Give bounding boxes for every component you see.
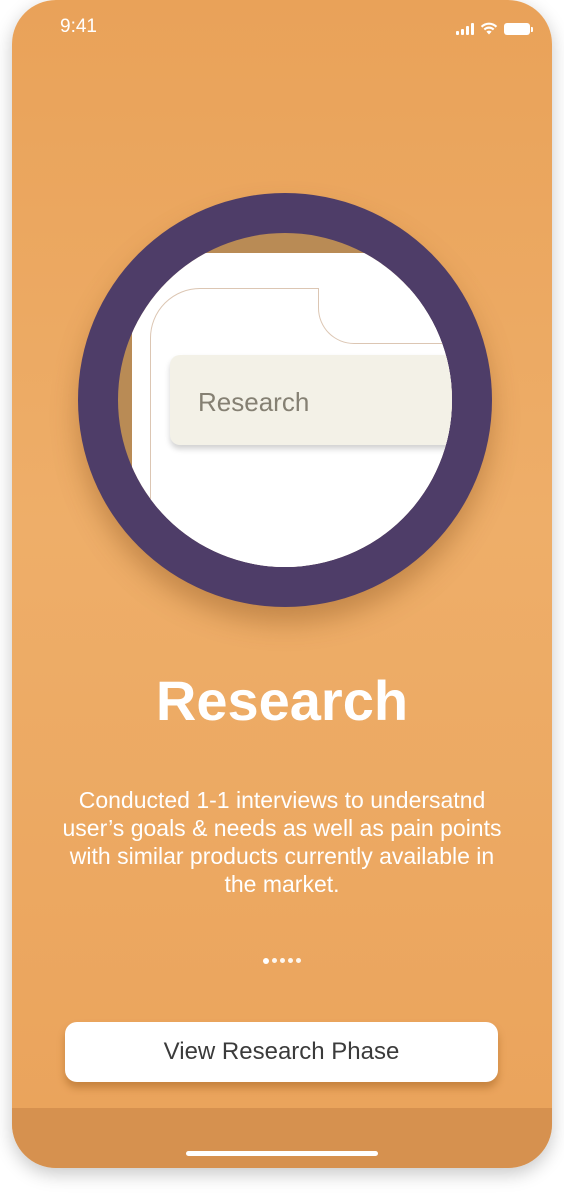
zoomed-card-notch [318,288,452,344]
phone-screen: 9:41 Research Research Conducted 1-1 int… [12,0,552,1168]
status-time: 9:41 [60,16,97,37]
zoomed-chip-label: Research [198,387,310,417]
magnifier-lens: Research [118,233,452,567]
page-dot[interactable] [272,958,277,963]
view-research-phase-button[interactable]: View Research Phase [65,1022,498,1082]
page-description: Conducted 1-1 interviews to undersatnd u… [62,787,502,897]
status-bar: 9:41 [12,0,552,50]
page-title: Research [155,669,409,732]
battery-icon [504,23,533,35]
home-indicator[interactable] [186,1151,378,1156]
page-indicator[interactable] [12,957,552,964]
magnifier-illustration: Research [78,193,492,607]
wifi-icon [480,22,498,35]
signal-icon [456,23,474,35]
page-dot[interactable] [280,958,285,963]
page-dot[interactable] [296,958,301,963]
page-dot[interactable] [288,958,293,963]
page-dot-active[interactable] [263,957,269,964]
bottom-bar [12,1108,552,1168]
zoomed-research-chip: Research [170,355,452,445]
status-icons [456,22,533,35]
